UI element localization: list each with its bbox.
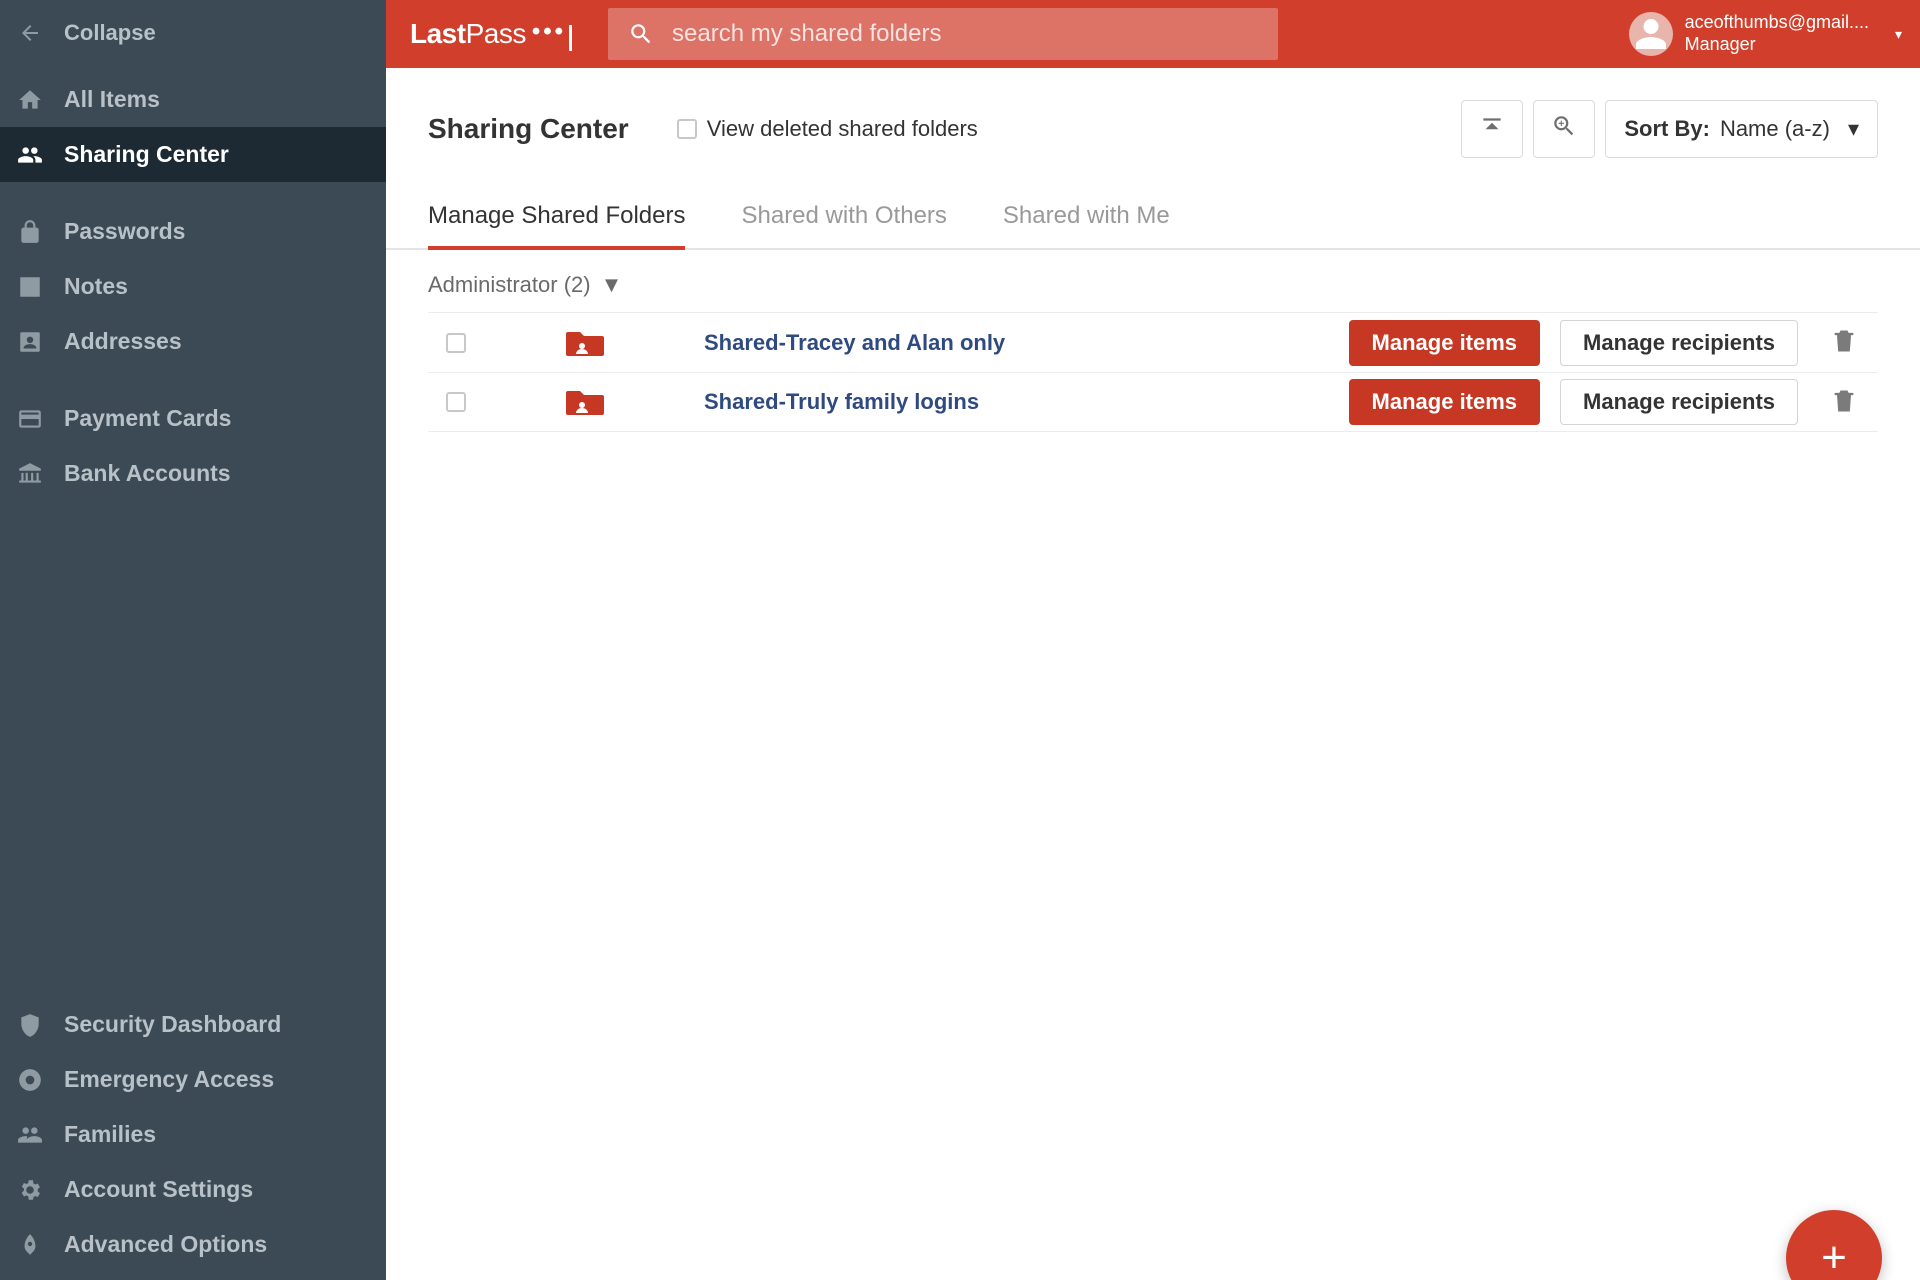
shared-folder-icon <box>564 387 606 417</box>
logo-cursor-icon <box>569 25 572 51</box>
chevron-down-icon: ▼ <box>601 272 623 298</box>
collapse-button[interactable]: Collapse <box>0 0 386 72</box>
sidebar-item-label: Passwords <box>64 218 185 245</box>
bank-icon <box>14 461 46 487</box>
shared-folder-icon <box>564 328 606 358</box>
account-email: aceofthumbs@gmail.... <box>1685 12 1869 34</box>
search-input[interactable] <box>672 20 1258 48</box>
sidebar-item-label: Emergency Access <box>64 1066 274 1093</box>
sidebar-item-addresses[interactable]: Addresses <box>0 314 386 369</box>
sidebar-item-label: Sharing Center <box>64 141 229 168</box>
rocket-icon <box>14 1232 46 1258</box>
account-text: aceofthumbs@gmail.... Manager <box>1685 12 1869 55</box>
sidebar-item-label: All Items <box>64 86 160 113</box>
manage-recipients-button[interactable]: Manage recipients <box>1560 320 1798 366</box>
sidebar-item-label: Families <box>64 1121 156 1148</box>
group-header[interactable]: Administrator (2) ▼ <box>386 250 1920 312</box>
main: LastPass ••• aceofthumbs@gmail.... Manag… <box>386 0 1920 1280</box>
sidebar-item-account-settings[interactable]: Account Settings <box>0 1162 386 1217</box>
collapse-all-button[interactable] <box>1461 100 1523 158</box>
note-icon <box>14 274 46 300</box>
trash-icon <box>1830 387 1858 415</box>
sidebar-item-notes[interactable]: Notes <box>0 259 386 314</box>
search-icon <box>628 21 654 47</box>
sidebar-item-all-items[interactable]: All Items <box>0 72 386 127</box>
tab-shared-with-me[interactable]: Shared with Me <box>1003 202 1170 248</box>
arrow-left-icon <box>14 21 46 45</box>
gear-icon <box>14 1177 46 1203</box>
account-role: Manager <box>1685 34 1869 56</box>
sidebar-item-payment-cards[interactable]: Payment Cards <box>0 391 386 446</box>
page-title: Sharing Center <box>428 113 629 145</box>
sidebar-item-label: Security Dashboard <box>64 1011 281 1038</box>
trash-icon <box>1830 327 1858 355</box>
folder-name[interactable]: Shared-Truly family logins <box>704 389 979 415</box>
logo-pass: Pass <box>466 18 526 50</box>
collapse-all-icon <box>1479 113 1505 146</box>
account-menu[interactable]: aceofthumbs@gmail.... Manager ▾ <box>1629 12 1902 56</box>
sidebar-item-security-dashboard[interactable]: Security Dashboard <box>0 997 386 1052</box>
shield-icon <box>14 1012 46 1038</box>
zoom-in-icon <box>1551 113 1577 146</box>
sort-value: Name (a-z) <box>1720 116 1830 142</box>
avatar <box>1629 12 1673 56</box>
table-row: Shared-Tracey and Alan only Manage items… <box>428 312 1878 372</box>
folder-list: Shared-Tracey and Alan only Manage items… <box>386 312 1920 432</box>
sidebar-item-advanced-options[interactable]: Advanced Options <box>0 1217 386 1272</box>
sort-dropdown[interactable]: Sort By: Name (a-z) ▾ <box>1605 100 1878 158</box>
manage-items-button[interactable]: Manage items <box>1349 379 1541 425</box>
view-deleted-label: View deleted shared folders <box>707 116 978 142</box>
add-folder-fab[interactable]: + <box>1786 1210 1882 1280</box>
sidebar-item-sharing-center[interactable]: Sharing Center <box>0 127 386 182</box>
checkbox-icon[interactable] <box>677 119 697 139</box>
collapse-label: Collapse <box>64 20 156 46</box>
chevron-down-icon: ▾ <box>1895 26 1902 43</box>
topbar: LastPass ••• aceofthumbs@gmail.... Manag… <box>386 0 1920 68</box>
sidebar-item-label: Advanced Options <box>64 1231 267 1258</box>
sidebar-item-emergency-access[interactable]: Emergency Access <box>0 1052 386 1107</box>
home-icon <box>14 87 46 113</box>
sidebar: Collapse All Items Sharing Center Passwo… <box>0 0 386 1280</box>
delete-button[interactable] <box>1830 327 1858 358</box>
chevron-down-icon: ▾ <box>1848 116 1859 142</box>
search-box[interactable] <box>608 8 1278 60</box>
people-icon <box>14 142 46 168</box>
manage-recipients-button[interactable]: Manage recipients <box>1560 379 1798 425</box>
tab-manage-shared-folders[interactable]: Manage Shared Folders <box>428 202 685 250</box>
lifebuoy-icon <box>14 1067 46 1093</box>
tab-label: Manage Shared Folders <box>428 202 685 229</box>
manage-items-button[interactable]: Manage items <box>1349 320 1541 366</box>
sidebar-item-label: Bank Accounts <box>64 460 231 487</box>
tabs: Manage Shared Folders Shared with Others… <box>386 158 1920 250</box>
zoom-button[interactable] <box>1533 100 1595 158</box>
plus-icon: + <box>1821 1233 1847 1280</box>
logo-last: Last <box>410 18 466 50</box>
logo-dots-icon: ••• <box>532 18 566 46</box>
tab-label: Shared with Others <box>741 202 946 229</box>
credit-card-icon <box>14 406 46 432</box>
sidebar-item-label: Notes <box>64 273 128 300</box>
folder-name[interactable]: Shared-Tracey and Alan only <box>704 330 1005 356</box>
tab-shared-with-others[interactable]: Shared with Others <box>741 202 946 248</box>
logo: LastPass ••• <box>410 18 572 50</box>
group-title: Administrator (2) <box>428 272 591 298</box>
sidebar-item-label: Account Settings <box>64 1176 253 1203</box>
sidebar-item-passwords[interactable]: Passwords <box>0 204 386 259</box>
table-row: Shared-Truly family logins Manage items … <box>428 372 1878 432</box>
lock-icon <box>14 219 46 245</box>
sidebar-item-label: Addresses <box>64 328 182 355</box>
sidebar-item-bank-accounts[interactable]: Bank Accounts <box>0 446 386 501</box>
sort-label: Sort By: <box>1624 116 1710 142</box>
sidebar-item-families[interactable]: Families <box>0 1107 386 1162</box>
view-deleted-toggle[interactable]: View deleted shared folders <box>677 116 978 142</box>
sidebar-item-label: Payment Cards <box>64 405 231 432</box>
delete-button[interactable] <box>1830 387 1858 418</box>
page-header: Sharing Center View deleted shared folde… <box>386 68 1920 158</box>
row-checkbox[interactable] <box>446 333 466 353</box>
address-book-icon <box>14 329 46 355</box>
tab-label: Shared with Me <box>1003 202 1170 229</box>
family-icon <box>14 1122 46 1148</box>
row-checkbox[interactable] <box>446 392 466 412</box>
